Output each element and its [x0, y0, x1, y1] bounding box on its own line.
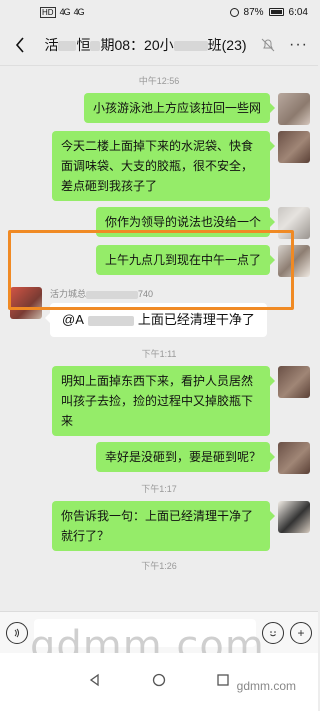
mute-bell-icon: [261, 38, 275, 51]
emoji-icon[interactable]: [262, 621, 284, 644]
title-middle: 恒: [76, 36, 91, 53]
title-blur-2: [90, 40, 101, 51]
mention: @A: [62, 312, 84, 327]
message-row: 明知上面掉东西下来，看护人员居然叫孩子去捡，捡的过程中又掉胶瓶下来: [0, 366, 310, 436]
avatar[interactable]: [278, 366, 310, 398]
network-badge: HD: [40, 6, 56, 18]
chat-area[interactable]: 中午12:56 小孩游泳池上方应该拉回一些网 今天二楼上面掉下来的水泥袋、快食面…: [0, 66, 318, 613]
sender-prefix: 活力城总: [50, 289, 87, 299]
avatar[interactable]: [278, 245, 310, 277]
nav-back-icon[interactable]: [88, 673, 102, 692]
sender-avatar[interactable]: [10, 287, 42, 319]
alarm-icon: [229, 7, 239, 17]
message-row: 上午九点几到现在中午一点了: [0, 245, 310, 277]
message-row: 你告诉我一句：上面已经清理干净了 就行了？: [0, 501, 310, 551]
chevron-left-icon: [15, 36, 24, 53]
title-blur-3: [173, 40, 208, 51]
system-nav-bar: gdmm.com: [0, 653, 318, 711]
avatar[interactable]: [278, 442, 310, 474]
message-row: 你作为领导的说法也没给一个: [0, 207, 310, 239]
add-icon[interactable]: +: [290, 621, 312, 644]
title-suffix: 期08：20小: [100, 36, 174, 53]
sender-blur: [86, 290, 139, 299]
title-prefix: 活: [44, 36, 59, 53]
title-blur: [58, 40, 77, 51]
watermark-small: gdmm.com: [236, 679, 296, 693]
title-end: 班(23): [207, 36, 247, 53]
message-row-left: 活力城总 740 @A 上面已经清理干净了: [10, 287, 318, 337]
voice-icon[interactable]: [6, 621, 28, 644]
nav-home-icon[interactable]: [152, 673, 166, 692]
battery-percent: 87%: [243, 6, 264, 18]
input-bar: +: [0, 611, 318, 653]
avatar[interactable]: [278, 501, 310, 533]
mention-blur: [87, 315, 134, 326]
signal-2: 4G: [73, 7, 85, 17]
sender-name: 活力城总 740: [50, 287, 267, 300]
avatar[interactable]: [278, 131, 310, 163]
timestamp: 中午12:56: [138, 76, 180, 86]
avatar[interactable]: [278, 207, 310, 239]
timestamp: 下午1:17: [141, 484, 177, 494]
battery-icon: [268, 8, 284, 16]
message-bubble[interactable]: 明知上面掉东西下来，看护人员居然叫孩子去捡，捡的过程中又掉胶瓶下来: [52, 366, 275, 436]
sender-suffix: 740: [138, 289, 154, 299]
message-input[interactable]: [34, 618, 256, 647]
message-row: 今天二楼上面掉下来的水泥袋、快食面调味袋、大支的胶瓶，很不安全，差点砸到我孩子了: [0, 131, 310, 201]
back-button[interactable]: [10, 35, 30, 55]
message-bubble[interactable]: 今天二楼上面掉下来的水泥袋、快食面调味袋、大支的胶瓶，很不安全，差点砸到我孩子了: [52, 131, 275, 201]
reply-text: 上面已经清理干净了: [137, 312, 255, 327]
chat-title: 活恒期08：20小 班(23): [30, 35, 261, 55]
message-bubble[interactable]: 小孩游泳池上方应该拉回一些网: [83, 93, 276, 123]
reply-bubble[interactable]: @A 上面已经清理干净了: [45, 303, 267, 337]
message-row: 小孩游泳池上方应该拉回一些网: [0, 93, 310, 125]
message-bubble[interactable]: 幸好是没砸到，要是砸到呢？: [95, 442, 276, 472]
status-bar: HD 4G 4G 87% 6:04: [0, 0, 318, 24]
more-icon[interactable]: ···: [289, 36, 308, 54]
signal-1: 4G: [59, 7, 71, 17]
message-row: 幸好是没砸到，要是砸到呢？: [0, 442, 310, 474]
status-time: 6:04: [288, 6, 308, 18]
chat-header: 活恒期08：20小 班(23) ···: [0, 24, 318, 66]
message-bubble[interactable]: 你告诉我一句：上面已经清理干净了 就行了？: [52, 501, 275, 551]
nav-recent-icon[interactable]: [216, 673, 230, 692]
message-bubble[interactable]: 上午九点几到现在中午一点了: [95, 245, 276, 275]
timestamp: 下午1:26: [141, 561, 177, 571]
timestamp: 下午1:11: [141, 349, 177, 359]
message-bubble[interactable]: 你作为领导的说法也没给一个: [95, 207, 276, 237]
avatar[interactable]: [278, 93, 310, 125]
